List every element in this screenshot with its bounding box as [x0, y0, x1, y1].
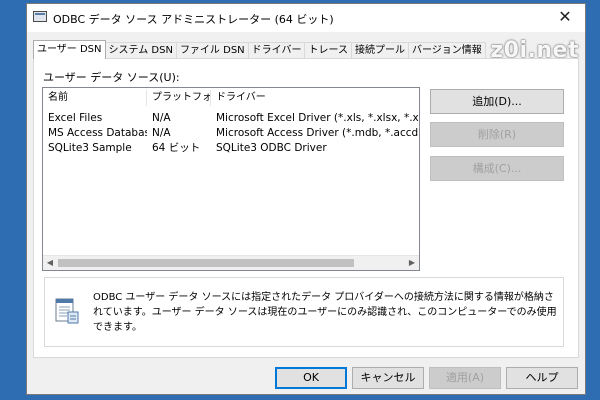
item-name: Excel Files [48, 112, 103, 124]
horizontal-scrollbar[interactable]: ◀ ▶ [43, 255, 419, 270]
tab-file-dsn[interactable]: ファイル DSN [175, 42, 249, 59]
item-name: SQLite3 Sample [48, 142, 132, 154]
apply-button[interactable]: 適用(A) [429, 367, 501, 389]
window-title: ODBC データ ソース アドミニストレーター (64 ビット) [53, 13, 334, 26]
info-description: ODBC ユーザー データ ソースには指定されたデータ プロバイダーへの接続方法… [93, 292, 557, 333]
user-data-sources-label: ユーザー データ ソース(U): [43, 71, 180, 84]
column-header-name[interactable]: 名前 [43, 90, 147, 106]
scroll-right-icon[interactable]: ▶ [405, 256, 419, 270]
list-item[interactable]: Excel Files N/A Microsoft Excel Driver (… [43, 111, 419, 126]
list-item[interactable]: SQLite3 Sample 64 ビット SQLite3 ODBC Drive… [43, 141, 419, 156]
close-icon[interactable]: ✕ [555, 7, 575, 27]
tab-user-dsn[interactable]: ユーザー DSN [33, 40, 106, 59]
configure-button[interactable]: 構成(C)... [430, 156, 564, 181]
column-header-driver[interactable]: ドライバー [211, 90, 419, 106]
item-driver: SQLite3 ODBC Driver [216, 142, 327, 154]
data-source-icon [55, 298, 79, 324]
add-button[interactable]: 追加(D)... [430, 89, 564, 114]
user-data-sources-list[interactable]: 名前 プラットフォーム ドライバー Excel Files N/A Micros… [42, 87, 420, 271]
tab-tracing[interactable]: トレース [304, 42, 352, 59]
cancel-button[interactable]: キャンセル [352, 367, 424, 389]
tab-strip: ユーザー DSN システム DSN ファイル DSN ドライバー トレース 接続プール バー… [33, 40, 486, 59]
help-button[interactable]: ヘルプ [506, 367, 578, 389]
list-header: 名前 プラットフォーム ドライバー [43, 90, 419, 106]
item-driver: Microsoft Excel Driver (*.xls, *.xlsx, *… [216, 112, 420, 124]
scroll-left-icon[interactable]: ◀ [43, 256, 57, 270]
odbc-app-icon [33, 11, 47, 22]
item-platform: N/A [152, 112, 171, 124]
tab-connection-pooling[interactable]: 接続プール [350, 42, 409, 59]
scroll-thumb[interactable] [58, 259, 354, 267]
remove-button[interactable]: 削除(R) [430, 122, 564, 147]
ok-button[interactable]: OK [275, 367, 347, 389]
item-platform: 64 ビット [152, 142, 201, 154]
user-dsn-panel: ユーザー データ ソース(U): 名前 プラットフォーム ドライバー Excel… [33, 58, 579, 358]
list-item[interactable]: MS Access Database N/A Microsoft Access … [43, 126, 419, 141]
tab-about[interactable]: バージョン情報 [407, 42, 486, 59]
tab-system-dsn[interactable]: システム DSN [104, 42, 177, 59]
tab-drivers[interactable]: ドライバー [247, 42, 306, 59]
column-header-platform[interactable]: プラットフォーム [147, 90, 211, 106]
title-bar[interactable]: ODBC データ ソース アドミニストレーター (64 ビット) ✕ [27, 4, 585, 32]
item-driver: Microsoft Access Driver (*.mdb, *.accdb) [216, 127, 420, 139]
odbc-dialog-window: ODBC データ ソース アドミニストレーター (64 ビット) ✕ z0i.n… [26, 3, 586, 395]
item-platform: N/A [152, 127, 171, 139]
item-name: MS Access Database [48, 127, 147, 139]
info-box: ODBC ユーザー データ ソースには指定されたデータ プロバイダーへの接続方法… [44, 277, 564, 347]
